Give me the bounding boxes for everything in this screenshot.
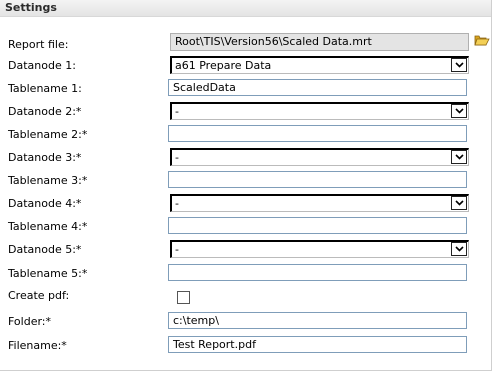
datanode-1-row: Datanode 1: a61 Prepare Data <box>0 56 492 78</box>
report-file-row: Report file: Root\TIS\Version56\Scaled D… <box>0 33 492 57</box>
tablename-2-label: Tablename 2:* <box>8 128 88 141</box>
filename-label: Filename:* <box>8 339 67 352</box>
tablename-4-input[interactable] <box>168 217 467 234</box>
datanode-5-label: Datanode 5:* <box>8 243 82 256</box>
tablename-4-row: Tablename 4:* <box>0 217 492 239</box>
datanode-3-value: - <box>175 151 179 164</box>
folder-input[interactable]: c:\temp\ <box>168 312 467 329</box>
datanode-2-label: Datanode 2:* <box>8 105 82 118</box>
section-title: Settings <box>5 1 57 14</box>
datanode-3-select[interactable]: - <box>170 148 469 166</box>
datanode-1-label: Datanode 1: <box>8 59 76 72</box>
section-header: Settings <box>0 0 491 17</box>
datanode-3-label: Datanode 3:* <box>8 151 82 164</box>
datanode-1-value: a61 Prepare Data <box>175 59 272 72</box>
datanode-4-label: Datanode 4:* <box>8 197 82 210</box>
tablename-1-label: Tablename 1: <box>8 82 82 95</box>
datanode-3-row: Datanode 3:* - <box>0 148 492 170</box>
create-pdf-row: Create pdf: <box>0 289 492 311</box>
datanode-2-value: - <box>175 105 179 118</box>
datanode-4-value: - <box>175 197 179 210</box>
datanode-5-value: - <box>175 243 179 256</box>
datanode-2-select[interactable]: - <box>170 102 469 120</box>
datanode-2-row: Datanode 2:* - <box>0 102 492 124</box>
tablename-5-label: Tablename 5:* <box>8 267 88 280</box>
tablename-1-input[interactable]: ScaledData <box>168 79 467 96</box>
tablename-1-row: Tablename 1: ScaledData <box>0 79 492 101</box>
datanode-5-row: Datanode 5:* - <box>0 240 492 262</box>
report-file-field: Root\TIS\Version56\Scaled Data.mrt <box>170 33 469 51</box>
tablename-3-row: Tablename 3:* <box>0 171 492 193</box>
report-file-label: Report file: <box>8 38 69 51</box>
folder-open-icon[interactable] <box>474 33 490 50</box>
chevron-down-icon[interactable] <box>451 196 467 210</box>
folder-label: Folder:* <box>8 315 52 328</box>
tablename-4-label: Tablename 4:* <box>8 220 88 233</box>
create-pdf-checkbox[interactable] <box>177 291 190 304</box>
tablename-3-label: Tablename 3:* <box>8 174 88 187</box>
tablename-5-row: Tablename 5:* <box>0 264 492 286</box>
settings-panel: Settings Report file: Root\TIS\Version56… <box>0 0 492 371</box>
chevron-down-icon[interactable] <box>451 242 467 256</box>
tablename-3-input[interactable] <box>168 171 467 188</box>
folder-row: Folder:* c:\temp\ <box>0 312 492 334</box>
datanode-1-select[interactable]: a61 Prepare Data <box>170 56 469 74</box>
filename-row: Filename:* Test Report.pdf <box>0 336 492 358</box>
filename-input[interactable]: Test Report.pdf <box>168 336 467 353</box>
tablename-2-row: Tablename 2:* <box>0 125 492 147</box>
chevron-down-icon[interactable] <box>451 58 467 72</box>
tablename-5-input[interactable] <box>168 264 467 281</box>
datanode-5-select[interactable]: - <box>170 240 469 258</box>
datanode-4-select[interactable]: - <box>170 194 469 212</box>
chevron-down-icon[interactable] <box>451 150 467 164</box>
chevron-down-icon[interactable] <box>451 104 467 118</box>
datanode-4-row: Datanode 4:* - <box>0 194 492 216</box>
create-pdf-label: Create pdf: <box>8 289 70 302</box>
tablename-2-input[interactable] <box>168 125 467 142</box>
